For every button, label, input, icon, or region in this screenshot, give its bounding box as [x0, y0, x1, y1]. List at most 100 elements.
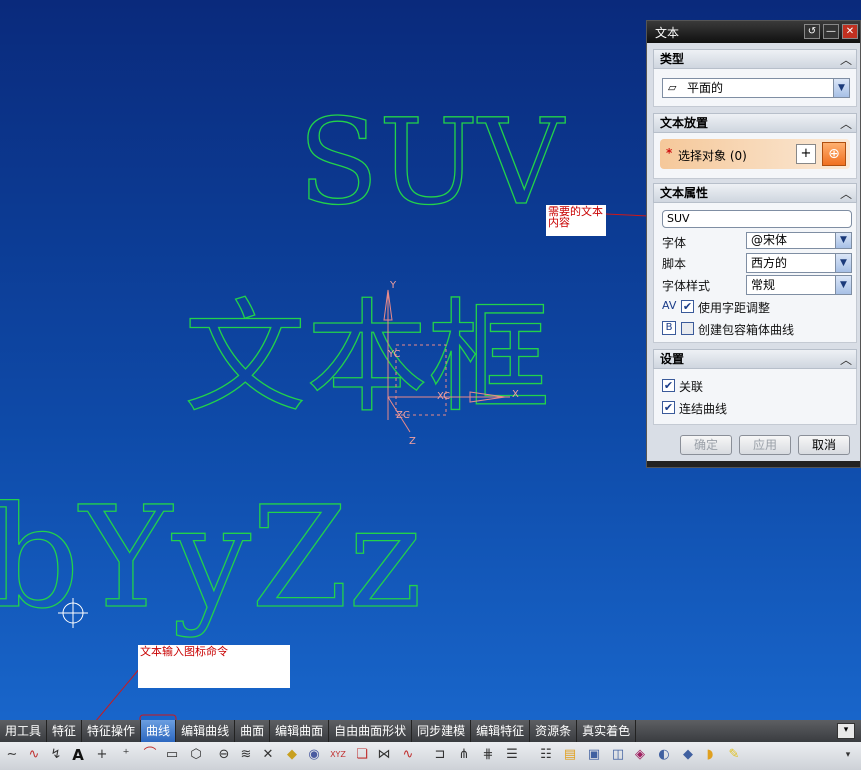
axis-y-label: Y: [389, 280, 397, 291]
tab-freeform-shape[interactable]: 自由曲面形状: [329, 720, 413, 742]
cancel-button[interactable]: 取消: [798, 435, 850, 455]
suv-outline-text: SUV: [298, 93, 565, 231]
mirror-curve-icon[interactable]: ◫: [610, 747, 626, 763]
arc-icon[interactable]: ⌒: [142, 747, 158, 763]
bridge-curve-icon[interactable]: ✕: [260, 747, 276, 763]
reset-icon[interactable]: ↺: [804, 24, 820, 39]
chain-curves-checkbox[interactable]: ✔: [662, 401, 675, 414]
dropdown-arrow-icon: ▼: [835, 276, 851, 294]
kerning-checkbox[interactable]: ✔: [681, 300, 694, 313]
tab-curve[interactable]: 曲线: [141, 720, 177, 742]
offset-curve-icon[interactable]: ≋: [238, 747, 254, 763]
bounding-box-icon: B: [662, 321, 676, 335]
tab-resource-bar[interactable]: 资源条: [530, 720, 578, 742]
textbox-outline-text: 文本框: [184, 287, 550, 429]
kerning-icon: AV: [662, 299, 677, 312]
tab-surface[interactable]: 曲面: [235, 720, 271, 742]
combined-projection-icon[interactable]: ∿: [400, 747, 416, 763]
required-asterisk-icon: *: [666, 146, 673, 160]
dropdown-arrow-icon: ▼: [833, 79, 849, 97]
scale-curve-icon[interactable]: ◈: [632, 747, 648, 763]
collapse-chevron-icon: ︿: [839, 53, 852, 67]
section-placement-body: * 选择对象 (0) + ⊕: [653, 133, 857, 179]
dropdown-arrow-icon: ▼: [835, 254, 851, 272]
associative-label: 关联: [679, 380, 704, 394]
font-select[interactable]: @宋体 ▼: [746, 232, 852, 249]
point-dialog-icon[interactable]: ⊕: [822, 142, 846, 166]
spline-icon[interactable]: ∼: [4, 747, 20, 763]
text-icon[interactable]: A: [70, 747, 86, 763]
intersect-curve-icon[interactable]: ◉: [306, 747, 322, 763]
edit-curve-icon[interactable]: ☰: [504, 747, 520, 763]
rectangle-icon[interactable]: ▭: [164, 747, 180, 763]
studio-spline-icon[interactable]: ∿: [26, 747, 42, 763]
isoparametric-icon[interactable]: ▤: [562, 747, 578, 763]
smooth-curve-icon[interactable]: ◆: [680, 747, 696, 763]
callout-leader-text-icon: [96, 667, 141, 720]
tab-edit-surface[interactable]: 编辑曲面: [270, 720, 330, 742]
text-dialog: 文本 ↺ — ✕ 类型 ︿ ▱ 平面的 ▼ 文本放置 ︿ * 选择对象 (0) …: [646, 20, 861, 468]
axis-x-label: X: [512, 389, 519, 400]
script-label: 脚本: [662, 257, 687, 271]
close-icon[interactable]: ✕: [842, 24, 858, 39]
section-type-header[interactable]: 类型 ︿: [653, 49, 857, 69]
axis-zc-label: ZC: [396, 410, 410, 421]
wrap-curve-icon[interactable]: ▣: [586, 747, 602, 763]
ellipse-icon[interactable]: ⊖: [216, 747, 232, 763]
text-input[interactable]: SUV: [662, 210, 852, 228]
script-select-value: 西方的: [751, 256, 788, 270]
apply-button[interactable]: 应用: [739, 435, 791, 455]
extract-curve-icon[interactable]: ❏: [354, 747, 370, 763]
font-label: 字体: [662, 236, 687, 250]
project-curve-icon[interactable]: ◆: [284, 747, 300, 763]
axis-z-label: Z: [409, 436, 416, 447]
font-style-select[interactable]: 常规 ▼: [746, 275, 852, 295]
ok-button[interactable]: 确定: [680, 435, 732, 455]
section-properties-header[interactable]: 文本属性 ︿: [653, 183, 857, 203]
type-select[interactable]: ▱ 平面的 ▼: [662, 78, 850, 98]
section-placement-header[interactable]: 文本放置 ︿: [653, 113, 857, 133]
trim-curve-icon[interactable]: ⊐: [432, 747, 448, 763]
sketch-icon[interactable]: ✎: [726, 747, 742, 763]
minimize-icon[interactable]: —: [823, 24, 839, 39]
section-curve-icon[interactable]: ⋈: [376, 747, 392, 763]
tab-feature[interactable]: 特征: [47, 720, 83, 742]
tab-tools[interactable]: 用工具: [0, 720, 48, 742]
section-settings-header[interactable]: 设置 ︿: [653, 349, 857, 369]
tab-edit-feature[interactable]: 编辑特征: [471, 720, 531, 742]
spiral-icon[interactable]: ◐: [656, 747, 672, 763]
toolbar-options-icon[interactable]: ▾: [837, 723, 855, 739]
callout-leader-text-content: [605, 213, 649, 217]
tab-synchronous-modeling[interactable]: 同步建模: [412, 720, 472, 742]
law-curve-icon[interactable]: XYZ: [330, 747, 346, 763]
polygon-icon[interactable]: ⬡: [188, 747, 204, 763]
curve-on-surface-icon[interactable]: ◗: [702, 747, 718, 763]
associative-checkbox[interactable]: ✔: [662, 379, 675, 392]
select-object-row[interactable]: * 选择对象 (0) + ⊕: [660, 139, 850, 169]
axis-yc-label: YC: [387, 349, 401, 360]
dropdown-arrow-icon: ▼: [835, 233, 851, 248]
font-style-select-value: 常规: [751, 278, 776, 292]
bounding-box-checkbox[interactable]: [681, 322, 694, 335]
divide-curve-icon[interactable]: ⋔: [456, 747, 472, 763]
select-object-label: 选择对象 (0): [678, 149, 747, 163]
section-type-title: 类型: [660, 52, 685, 66]
kerning-label: 使用字距调整: [698, 301, 771, 315]
tab-true-shading[interactable]: 真实着色: [577, 720, 637, 742]
add-object-icon[interactable]: +: [796, 144, 816, 164]
point-icon[interactable]: ⁺: [118, 747, 134, 763]
toolbar-more-icon[interactable]: ▾: [840, 747, 856, 763]
fillet-curve-icon[interactable]: ⋕: [480, 747, 496, 763]
script-select[interactable]: 西方的 ▼: [746, 253, 852, 273]
axis-xc-label: XC: [437, 391, 450, 402]
section-type-body: ▱ 平面的 ▼: [653, 69, 857, 107]
collapse-chevron-icon: ︿: [839, 117, 852, 131]
tab-edit-curve[interactable]: 编辑曲线: [176, 720, 236, 742]
tab-feature-operation[interactable]: 特征操作: [82, 720, 142, 742]
line-icon[interactable]: +: [94, 747, 110, 763]
length-icon[interactable]: ☷: [538, 747, 554, 763]
chain-curves-label: 连结曲线: [679, 402, 728, 416]
helix-icon[interactable]: ↯: [48, 747, 64, 763]
bounding-box-label: 创建包容箱体曲线: [698, 323, 795, 337]
section-properties-body: SUV 字体 @宋体 ▼ 脚本 西方的 ▼ 字体样式 常规 ▼ AV ✔ 使用字…: [653, 203, 857, 343]
